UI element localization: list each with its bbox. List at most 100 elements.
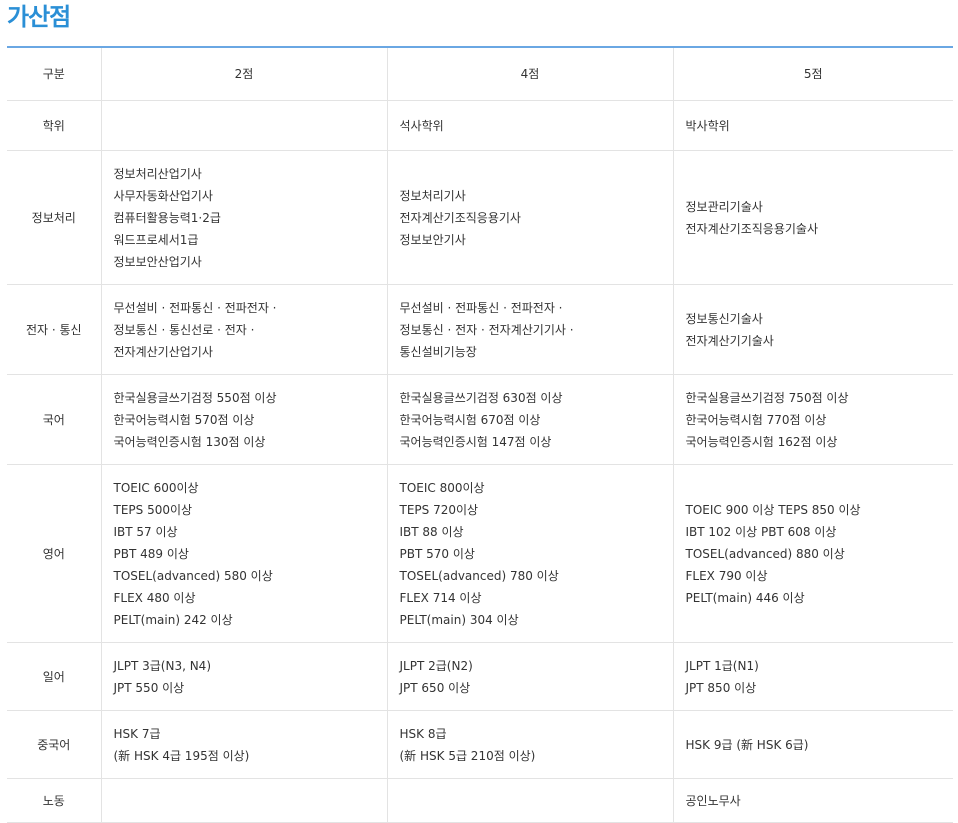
cell-line: 전자계산기산업기사 [113,344,213,359]
cell-line: 국어능력인증시험 130점 이상 [113,434,266,449]
cell-2-points: 한국실용글쓰기검정 550점 이상 한국어능력시험 570점 이상 국어능력인증시험… [100,374,387,465]
cell-line-list: 박사학위 [686,115,942,137]
cell-line: 정보관리기술사 [685,199,763,214]
cell-line: 한국어능력시험 770점 이상 [685,412,827,427]
table-body: 학위 석사학위 박사학위 정보처리 정보처리산업기사 사무자동화산업기사 컴퓨터활용능력1·… [7,100,953,823]
cell-line-list: 정보처리기사 전자계산기조직응용기사 정보보안기사 [400,185,661,251]
cell-line: TOSEL(advanced) 580 이상 [113,568,273,583]
cell-line: TOEIC 600이상 [113,480,199,495]
cell-line-list: HSK 7급 (新 HSK 4급 195점 이상) [114,723,375,767]
cell-line: 정보보안기사 [399,232,466,247]
header-category: 구분 [7,47,101,101]
cell-4-points: 정보처리기사 전자계산기조직응용기사 정보보안기사 [386,150,673,285]
cell-5-points: TOEIC 900 이상 TEPS 850 이상 IBT 102 이상 PBT 6… [672,464,953,643]
cell-line: 국어능력인증시험 147점 이상 [399,434,552,449]
cell-line-list: 정보처리산업기사 사무자동화산업기사 컴퓨터활용능력1·2급 워드프로세서1급 정보보안… [114,163,375,273]
cell-line: 박사학위 [685,118,730,133]
page-title: 가산점 [7,3,71,31]
table-row: 중국어 HSK 7급 (新 HSK 4급 195점 이상) HSK 8급 (新 HSK … [7,710,953,779]
cell-line: JPT 550 이상 [113,680,185,695]
cell-2-points [100,778,387,823]
cell-line-list: 공인노무사 [686,790,942,812]
cell-line: TEPS 500이상 [113,502,193,517]
cell-line: PBT 489 이상 [113,546,189,561]
cell-line: 정보처리산업기사 [113,166,202,181]
cell-line: 공인노무사 [685,793,741,808]
cell-5-points: 공인노무사 [672,778,953,823]
cell-line-list: 무선설비 · 전파통신 · 전파전자 · 정보통신 · 통신선로 · 전자 · 전자… [114,297,375,363]
cell-2-points: JLPT 3급(N3, N4) JPT 550 이상 [100,642,387,711]
cell-line: 정보보안산업기사 [113,254,202,269]
cell-line: (新 HSK 5급 210점 이상) [399,748,536,763]
cell-4-points: 석사학위 [386,100,673,151]
cell-line: FLEX 480 이상 [113,590,196,605]
cell-line: JLPT 3급(N3, N4) [113,658,212,673]
cell-5-points: 한국실용글쓰기검정 750점 이상 한국어능력시험 770점 이상 국어능력인증시험… [672,374,953,465]
cell-line: 전자계산기기술사 [685,333,774,348]
cell-line-list: 정보통신기술사전자계산기기술사 [686,308,942,352]
cell-line: TEPS 720이상 [399,502,479,517]
cell-line: TOEIC 800이상 [399,480,485,495]
cell-line: 통신설비기능장 [399,344,477,359]
cell-line: 정보통신 · 통신선로 · 전자 · [113,322,255,337]
cell-line: 한국어능력시험 670점 이상 [399,412,541,427]
cell-line: PELT(main) 304 이상 [399,612,519,627]
cell-line: PELT(main) 242 이상 [113,612,233,627]
cell-line-list: TOEIC 900 이상 TEPS 850 이상 IBT 102 이상 PBT 6… [686,499,942,609]
cell-line-list: HSK 8급 (新 HSK 5급 210점 이상) [400,723,661,767]
cell-line: JLPT 2급(N2) [399,658,473,673]
cell-2-points [100,100,387,151]
cell-line: IBT 88 이상 [399,524,464,539]
cell-line: 석사학위 [399,118,444,133]
cell-line-list: 정보관리기술사전자계산기조직응용기술사 [686,196,942,240]
cell-line-list: JLPT 1급(N1) JPT 850 이상 [686,655,942,699]
row-category: 일어 [7,642,101,711]
row-category: 국어 [7,374,101,465]
cell-line: HSK 7급 [113,726,161,741]
bonus-points-table: 구분 2점 4점 5점 학위 석사학위 박사학위 정보처리 정보처리산업기사 사무자동화산… [7,46,953,823]
cell-line: PBT 570 이상 [399,546,475,561]
cell-line: 워드프로세서1급 [113,232,199,247]
row-category: 전자 · 통신 [7,284,101,375]
cell-line-list: TOEIC 800이상 TEPS 720이상 IBT 88 이상 PBT 570 이상… [400,477,661,631]
row-category: 학위 [7,100,101,151]
cell-line: FLEX 790 이상 [685,568,768,583]
cell-5-points: 정보관리기술사전자계산기조직응용기술사 [672,150,953,285]
cell-4-points: 한국실용글쓰기검정 630점 이상한국어능력시험 670점 이상국어능력인증시험… [386,374,673,465]
table-row: 국어 한국실용글쓰기검정 550점 이상 한국어능력시험 570점 이상 국어능력인증… [7,374,953,465]
cell-line: 한국실용글쓰기검정 630점 이상 [399,390,563,405]
cell-line: 한국실용글쓰기검정 750점 이상 [685,390,849,405]
cell-5-points: 박사학위 [672,100,953,151]
cell-line: 전자계산기조직응용기술사 [685,221,818,236]
cell-line: 사무자동화산업기사 [113,188,213,203]
cell-line-list: TOEIC 600이상 TEPS 500이상 IBT 57 이상 PBT 489 이상… [114,477,375,631]
cell-line: IBT 57 이상 [113,524,178,539]
cell-line: HSK 9급 (新 HSK 6급) [685,737,809,752]
cell-line-list: 한국실용글쓰기검정 630점 이상한국어능력시험 670점 이상국어능력인증시험… [400,387,661,453]
header-4-points: 4점 [386,47,673,101]
table-header-row: 구분 2점 4점 5점 [7,47,953,101]
table-row: 일어 JLPT 3급(N3, N4) JPT 550 이상 JLPT 2급(N2) JP… [7,642,953,711]
header-2-points: 2점 [100,47,387,101]
cell-line: JPT 850 이상 [685,680,757,695]
row-category: 노동 [7,778,101,823]
cell-2-points: TOEIC 600이상 TEPS 500이상 IBT 57 이상 PBT 489 이상… [100,464,387,643]
cell-line: TOEIC 900 이상 TEPS 850 이상 [685,502,861,517]
cell-5-points: JLPT 1급(N1) JPT 850 이상 [672,642,953,711]
cell-line: 정보통신기술사 [685,311,763,326]
cell-line: TOSEL(advanced) 880 이상 [685,546,845,561]
cell-4-points: TOEIC 800이상 TEPS 720이상 IBT 88 이상 PBT 570 이상… [386,464,673,643]
cell-line: PELT(main) 446 이상 [685,590,805,605]
table-row: 전자 · 통신 무선설비 · 전파통신 · 전파전자 · 정보통신 · 통신선로 ·… [7,284,953,375]
cell-line: HSK 8급 [399,726,447,741]
row-category: 영어 [7,464,101,643]
cell-line: FLEX 714 이상 [399,590,482,605]
cell-line: 정보통신 · 전자 · 전자계산기기사 · [399,322,574,337]
cell-line: 무선설비 · 전파통신 · 전파전자 · [399,300,563,315]
cell-2-points: 무선설비 · 전파통신 · 전파전자 · 정보통신 · 통신선로 · 전자 · 전자… [100,284,387,375]
header-5-points: 5점 [672,47,953,101]
cell-line: 무선설비 · 전파통신 · 전파전자 · [113,300,277,315]
cell-line-list: JLPT 3급(N3, N4) JPT 550 이상 [114,655,375,699]
bonus-points-table-container: 구분 2점 4점 5점 학위 석사학위 박사학위 정보처리 정보처리산업기사 사무자동화산… [7,46,953,823]
cell-line: (新 HSK 4급 195점 이상) [113,748,250,763]
